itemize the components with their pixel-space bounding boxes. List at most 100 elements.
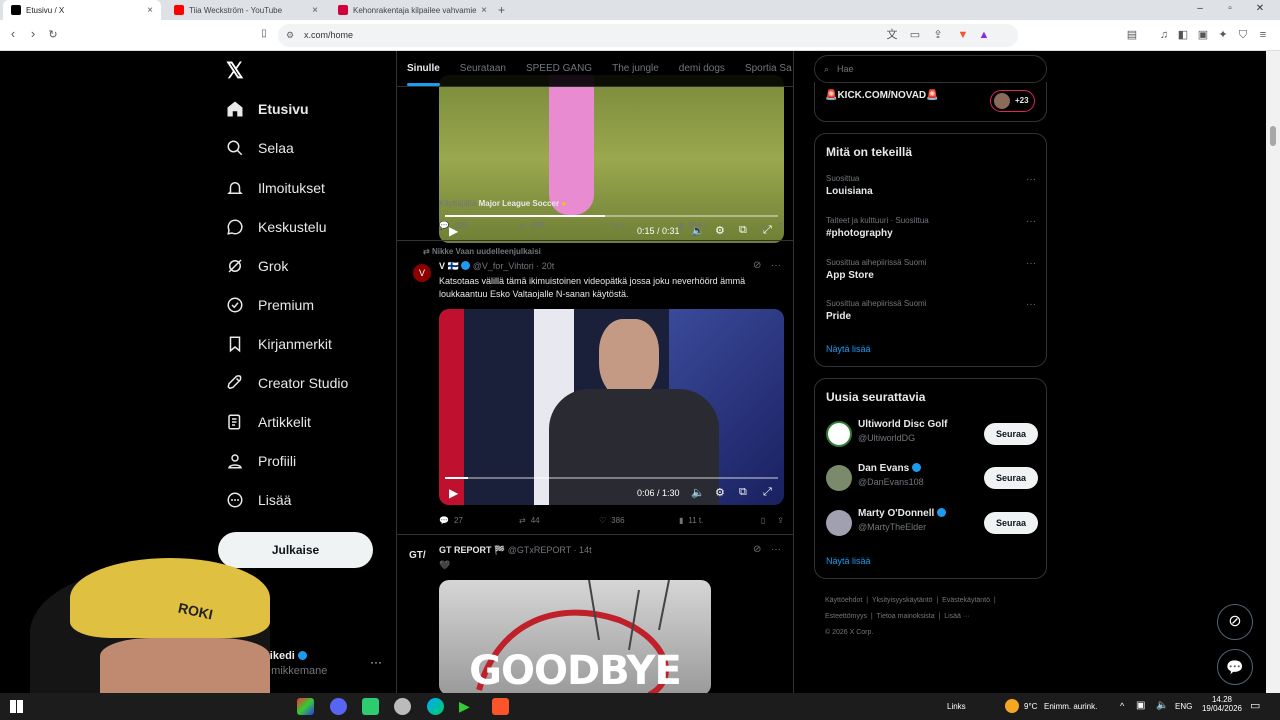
tweet-author-name[interactable]: V 🇫🇮 <box>439 261 459 271</box>
who-to-follow-show-more-link[interactable]: Näytä lisää <box>826 556 871 566</box>
site-info-icon[interactable]: ⚙ <box>286 24 294 47</box>
share-icon[interactable]: ⇪ <box>931 28 945 42</box>
tweet-more-icon[interactable]: ··· <box>771 260 781 271</box>
trend-more-icon[interactable]: ··· <box>1026 216 1036 227</box>
follow-suggestion[interactable]: Marty O'Donnell @MartyTheElder Seuraa <box>826 507 1038 538</box>
footer-link[interactable]: Yksityisyyskäytäntö <box>872 597 933 604</box>
tab-following[interactable]: Seurataan <box>450 51 516 86</box>
play-icon[interactable]: ▶ <box>449 486 458 500</box>
grok-tweet-icon[interactable]: ⊘ <box>753 260 761 271</box>
settings-icon[interactable]: ⚙ <box>715 486 725 499</box>
brave-rewards-icon[interactable]: ▲ <box>977 28 991 42</box>
windows-start-icon[interactable] <box>10 700 23 713</box>
nav-item-profile[interactable]: Profiili <box>226 449 296 473</box>
tab-speed-gang[interactable]: SPEED GANG <box>516 51 602 86</box>
nav-item-grok[interactable]: Grok <box>226 254 288 278</box>
footer-link[interactable]: Lisää ··· <box>944 613 970 620</box>
app-taskbar-icon[interactable] <box>297 698 314 715</box>
x-logo-icon[interactable]: 𝕏 <box>226 58 246 84</box>
footer-link[interactable]: Esteettömyys <box>825 613 867 620</box>
like-button[interactable]: ♡ 386 <box>599 516 679 525</box>
app-taskbar-icon[interactable] <box>362 698 379 715</box>
tweet-author-name[interactable]: GT REPORT 🏁 <box>439 545 505 555</box>
repost-button[interactable]: ⇄ 44 <box>519 516 599 525</box>
follow-suggestion[interactable]: Ultiworld Disc Golf @UltiworldDG Seuraa <box>826 419 1038 449</box>
post-button[interactable]: Julkaise <box>218 532 373 568</box>
follow-suggestion[interactable]: Dan Evans @DanEvans108 Seuraa <box>826 462 1038 493</box>
browser-tab-youtube[interactable]: Tiia Weckström - YouTube × <box>166 0 326 20</box>
follow-button[interactable]: Seuraa <box>984 467 1038 489</box>
clock[interactable]: 14.28 19/04/2026 <box>1200 695 1244 713</box>
tweet-author-handle[interactable]: @V_for_Vihtori <box>473 261 534 271</box>
trend-item[interactable]: Suosittua aihepiirissä Suomi Pride ··· <box>826 299 1036 322</box>
account-more-icon[interactable]: ··· <box>370 655 382 669</box>
nav-item-explore[interactable]: Selaa <box>226 136 294 160</box>
media-icon[interactable]: ♫ <box>1157 28 1171 42</box>
bookmark-tweet-icon[interactable]: ▯ <box>761 516 765 525</box>
discord-icon[interactable] <box>330 698 347 715</box>
nav-item-chat[interactable]: Keskustelu <box>226 215 326 239</box>
like-button[interactable]: ♡ 12 t. <box>599 221 679 230</box>
taskbar-links[interactable]: Links <box>947 702 966 711</box>
language-indicator[interactable]: ENG <box>1175 702 1192 711</box>
bookmark-page-icon[interactable]: ▯ <box>256 28 272 39</box>
reply-button[interactable]: 💬 109 <box>439 221 519 230</box>
tray-app-icon[interactable]: ▣ <box>1136 700 1145 711</box>
volume-icon[interactable]: 🔈 <box>691 486 705 499</box>
grok-float-button[interactable]: ⊘ <box>1217 604 1253 640</box>
page-scrollbar[interactable] <box>1266 51 1280 693</box>
nav-item-home[interactable]: Etusivu <box>226 97 309 121</box>
close-tab-icon[interactable]: × <box>147 5 153 16</box>
trend-item[interactable]: Suosittua Louisiana ··· <box>826 174 1036 197</box>
trend-item[interactable]: Taiteet ja kulttuuri · Suosittua #photog… <box>826 216 1036 239</box>
footer-link[interactable]: Tietoa mainoksista <box>877 613 935 620</box>
wallet-icon[interactable]: ▣ <box>1196 28 1210 42</box>
tab-the-jungle[interactable]: The jungle <box>602 51 669 86</box>
avatar[interactable]: GT/ <box>409 550 426 561</box>
tab-demi-dogs[interactable]: demi dogs <box>669 51 735 86</box>
tweet-author-handle[interactable]: @GTxREPORT <box>508 545 571 555</box>
translate-icon[interactable]: 文 <box>885 28 899 42</box>
nav-item-premium[interactable]: Premium <box>226 293 314 317</box>
trend-more-icon[interactable]: ··· <box>1026 258 1036 269</box>
follow-button[interactable]: Seuraa <box>984 423 1038 445</box>
avatar[interactable]: V <box>413 264 431 282</box>
menu-icon[interactable]: ≡ <box>1256 28 1270 42</box>
trend-item[interactable]: Suosittua aihepiirissä Suomi App Store ·… <box>826 258 1036 281</box>
edge-icon[interactable] <box>427 698 444 715</box>
tab-sportia[interactable]: Sportia Sa <box>735 51 793 86</box>
views-button[interactable]: ▮ 11 t. <box>679 516 759 525</box>
browser-tab-active[interactable]: Etusivu / X × <box>3 0 161 20</box>
nav-item-creator-studio[interactable]: Creator Studio <box>226 371 348 395</box>
tweet-video-player[interactable]: ▶ 0:06 / 1:30 🔈 ⚙ ⧉ ⤢ <box>439 309 784 505</box>
minimize-icon[interactable]: – <box>1192 3 1208 14</box>
reply-button[interactable]: 💬 27 <box>439 516 519 525</box>
tab-for-you[interactable]: Sinulle <box>397 51 450 86</box>
grok-tweet-icon[interactable]: ⊘ <box>753 544 761 555</box>
scrollbar-thumb[interactable] <box>1270 126 1276 146</box>
volume-tray-icon[interactable]: 🔈 <box>1156 700 1168 711</box>
reload-icon[interactable]: ↻ <box>45 28 61 41</box>
trend-more-icon[interactable]: ··· <box>1026 174 1036 185</box>
reader-icon[interactable]: ▤ <box>1125 28 1139 42</box>
nav-item-bookmarks[interactable]: Kirjanmerkit <box>226 332 332 356</box>
footer-link[interactable]: Käyttöehdot <box>825 597 862 604</box>
leo-icon[interactable]: ✦ <box>1216 28 1230 42</box>
pip-icon[interactable]: ⧉ <box>739 486 747 499</box>
footer-link[interactable]: Evästekäytäntö <box>942 597 990 604</box>
attribution-link[interactable]: Major League Soccer <box>479 199 559 208</box>
back-icon[interactable]: ‹ <box>5 26 21 41</box>
repost-button[interactable]: ⇄ 490 <box>519 221 599 230</box>
tweet-video-player[interactable]: ▶ 0:15 / 0:31 🔈 ⚙ ⧉ ⤢ <box>439 75 784 243</box>
app-taskbar-icon[interactable] <box>394 698 411 715</box>
share-tweet-icon[interactable]: ⇪ <box>777 516 784 525</box>
account-switcher[interactable]: mikedi @mikkemane <box>260 650 327 677</box>
maximize-icon[interactable]: ▫ <box>1222 3 1238 14</box>
brave-browser-icon[interactable] <box>492 698 509 715</box>
browser-tab-news[interactable]: Kehonrakentaja kilpailee vahvamiesl × <box>330 0 495 20</box>
fullscreen-icon[interactable]: ⤢ <box>763 486 772 499</box>
share-tweet-icon[interactable]: ⇪ <box>777 221 784 230</box>
views-button[interactable]: ▮ 959 t. <box>679 221 759 230</box>
nav-item-articles[interactable]: Artikkelit <box>226 410 311 434</box>
tweet-more-icon[interactable]: ··· <box>771 544 781 555</box>
